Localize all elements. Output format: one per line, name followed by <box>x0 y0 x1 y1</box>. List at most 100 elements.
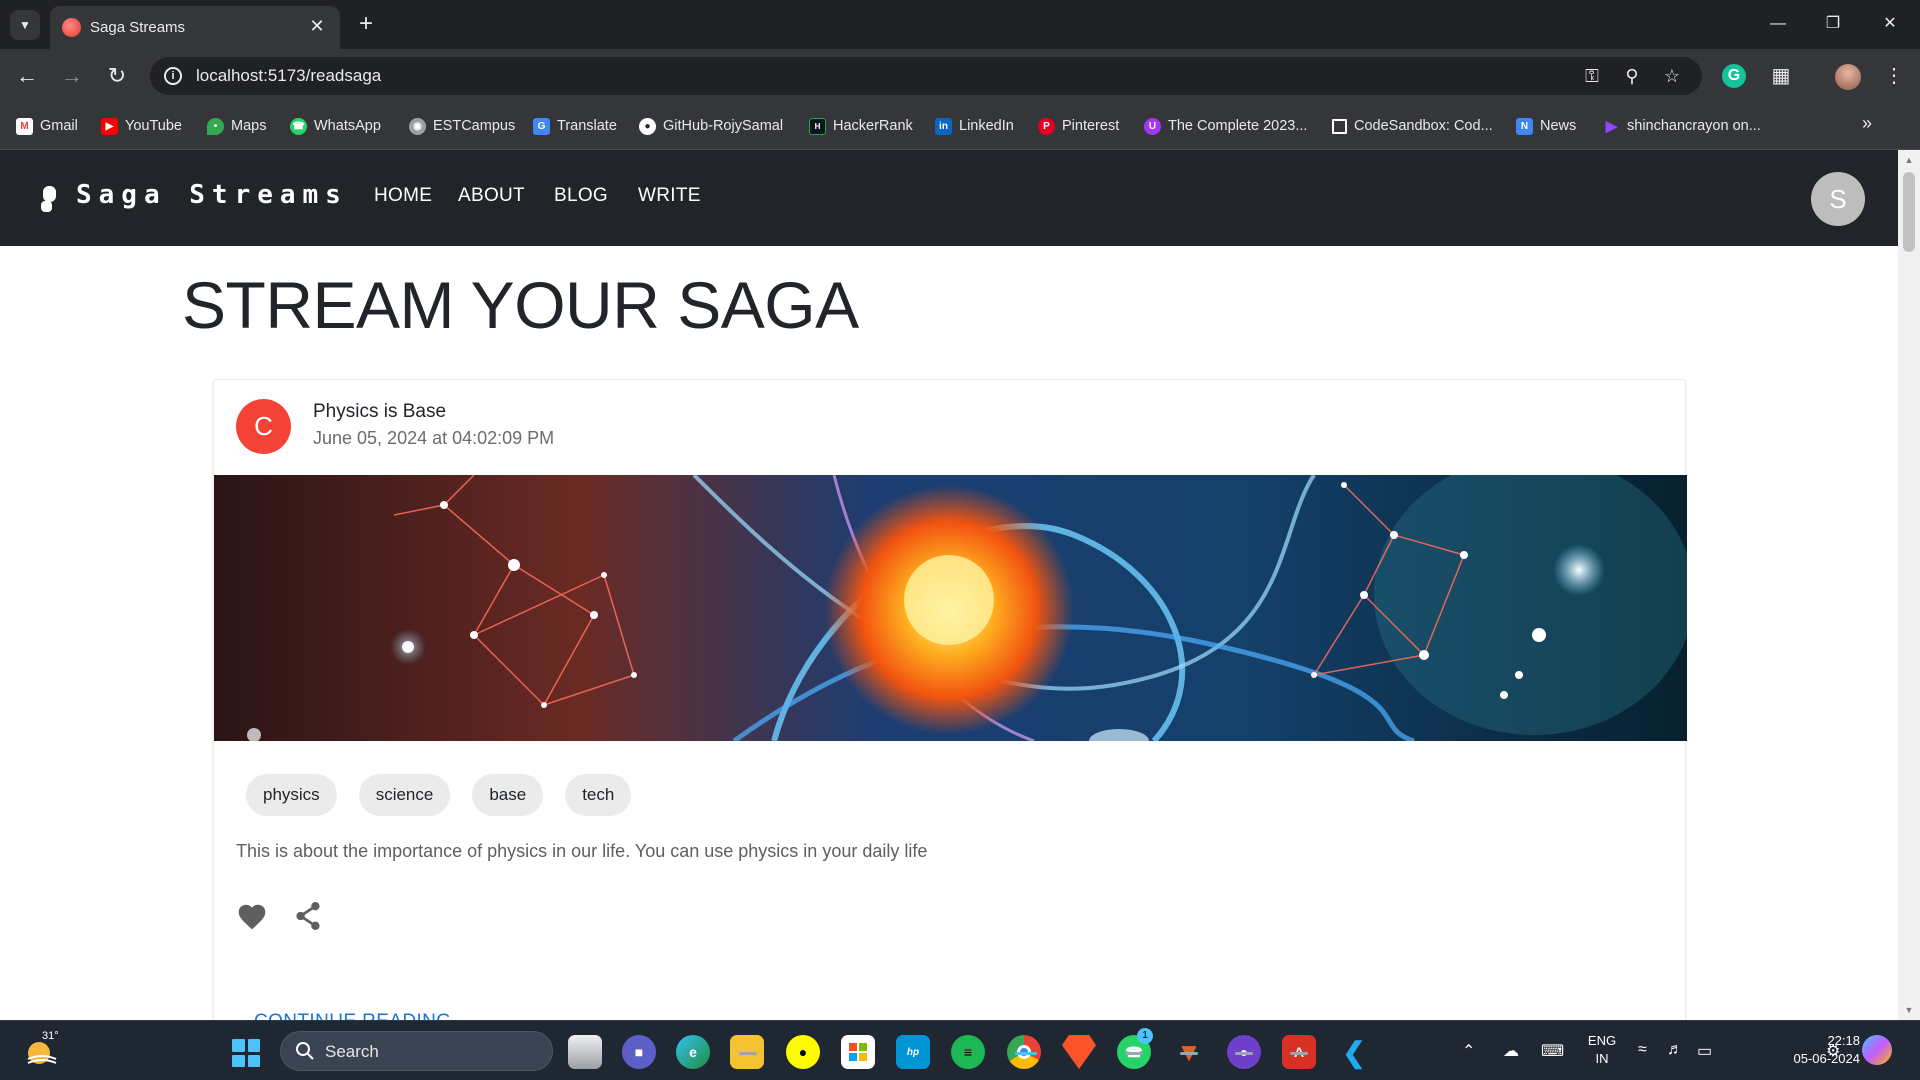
teams-chat-icon[interactable]: ■ <box>622 1035 656 1069</box>
scroll-down-icon[interactable]: ▼ <box>1898 1002 1920 1018</box>
taskbar-search[interactable]: Search <box>280 1031 553 1071</box>
language-indicator[interactable]: ENG IN <box>1583 1032 1621 1068</box>
wifi-icon[interactable]: ≈ <box>1638 1041 1647 1059</box>
start-button[interactable] <box>232 1039 260 1067</box>
start-tile-icon <box>247 1054 260 1067</box>
github-running-indicator <box>1235 1052 1253 1055</box>
continue-reading-link[interactable]: CONTINUE READING... <box>254 1011 469 1020</box>
reload-button[interactable]: ↻ <box>102 61 132 91</box>
page-scrollbar[interactable]: ▲ ▼ <box>1898 150 1920 1020</box>
tab-close-icon[interactable]: ✕ <box>306 15 328 37</box>
nav-write[interactable]: WRITE <box>638 185 701 207</box>
active-tab[interactable]: Saga Streams ✕ <box>50 6 340 49</box>
microsoft-store-icon[interactable] <box>841 1035 875 1069</box>
whatsapp-running-indicator <box>1125 1052 1143 1055</box>
scroll-up-icon[interactable]: ▲ <box>1898 152 1920 168</box>
close-window-button[interactable]: ✕ <box>1875 10 1905 38</box>
keyboard-icon[interactable]: ⌨ <box>1541 1041 1564 1061</box>
post-cover-image <box>214 475 1687 741</box>
task-view-icon[interactable] <box>568 1035 602 1069</box>
chrome-active-indicator <box>1015 1052 1037 1055</box>
tag-chip[interactable]: base <box>472 774 544 816</box>
bookmark-complete-2023[interactable]: U The Complete 2023... <box>1144 115 1307 137</box>
news-icon: N <box>1516 117 1533 135</box>
tag-chip[interactable]: physics <box>246 774 337 816</box>
page-title: STREAM YOUR SAGA <box>182 268 859 342</box>
copilot-icon[interactable] <box>1862 1035 1892 1065</box>
extensions-puzzle-icon[interactable]: ▦ <box>1767 62 1795 90</box>
bookmark-label: CodeSandbox: Cod... <box>1354 118 1493 134</box>
bookmark-gmail[interactable]: M Gmail <box>16 115 78 137</box>
bookmark-shinchancrayon[interactable]: ▶ shinchancrayon on... <box>1603 115 1761 137</box>
grammarly-extension-icon[interactable]: G <box>1722 64 1746 88</box>
spotify-icon[interactable]: ≡ <box>951 1035 985 1069</box>
site-info-icon[interactable]: i <box>164 67 182 85</box>
tab-strip: ▼ Saga Streams ✕ + — ❐ ✕ <box>0 0 1920 49</box>
forward-button[interactable]: → <box>57 61 87 91</box>
onedrive-icon[interactable]: ☁ <box>1503 1041 1519 1061</box>
bookmark-hackerrank[interactable]: H HackerRank <box>809 115 913 137</box>
pinterest-icon: P <box>1038 117 1055 135</box>
tab-search-button[interactable]: ▼ <box>10 10 40 40</box>
myhp-icon[interactable]: hp <box>896 1035 930 1069</box>
maps-icon: • <box>207 117 224 135</box>
weather-temperature: 31° <box>42 1030 59 1042</box>
bookmark-label: Pinterest <box>1062 118 1120 134</box>
show-hidden-icons[interactable]: ⌃ <box>1462 1041 1475 1061</box>
bookmark-github[interactable]: ● GitHub-RojySamal <box>639 115 783 137</box>
bookmark-label: GitHub-RojySamal <box>663 118 784 134</box>
bookmark-linkedin[interactable]: in LinkedIn <box>935 115 1014 137</box>
nav-blog[interactable]: BLOG <box>554 185 608 207</box>
back-button[interactable]: ← <box>12 61 42 91</box>
user-avatar[interactable]: S <box>1811 172 1865 226</box>
volume-icon[interactable]: ♬ <box>1667 1041 1683 1059</box>
tag-list: physics science base tech <box>246 774 632 816</box>
bookmark-label: Gmail <box>40 118 78 134</box>
brave-icon[interactable] <box>1062 1035 1096 1069</box>
scroll-thumb[interactable] <box>1903 172 1915 252</box>
bookmark-estcampus[interactable]: ◉ ESTCampus <box>409 115 515 137</box>
address-bar[interactable]: i localhost:5173/readsaga ⚿ ⚲ ☆ <box>150 57 1702 95</box>
start-tile-icon <box>232 1039 245 1052</box>
bookmark-youtube[interactable]: ▶ YouTube <box>101 115 182 137</box>
tab-title: Saga Streams <box>90 19 186 36</box>
snapchat-icon[interactable]: ● <box>786 1035 820 1069</box>
battery-icon[interactable]: ▭ <box>1697 1041 1712 1061</box>
new-tab-button[interactable]: + <box>352 10 380 38</box>
bookmark-label: WhatsApp <box>314 118 381 134</box>
profile-avatar[interactable] <box>1835 64 1861 90</box>
nav-about[interactable]: ABOUT <box>458 185 525 207</box>
linkedin-icon: in <box>935 117 952 135</box>
more-bookmarks-icon[interactable]: » <box>1862 113 1872 134</box>
edge-icon[interactable]: e <box>676 1035 710 1069</box>
system-clock[interactable]: 22:18 05-06-2024 <box>1790 1032 1861 1068</box>
browser-menu-icon[interactable]: ⋮ <box>1880 62 1908 90</box>
globe-icon: ◉ <box>409 117 426 135</box>
translate-icon: G <box>533 117 550 135</box>
logo-icon[interactable] <box>40 184 58 214</box>
bookmark-label: ESTCampus <box>433 118 516 134</box>
youtube-icon: ▶ <box>101 117 118 135</box>
region-code: IN <box>1595 1051 1609 1066</box>
bookmark-news[interactable]: N News <box>1516 115 1576 137</box>
restore-button[interactable]: ❐ <box>1818 10 1848 38</box>
site-logo-text[interactable]: Saga Streams <box>76 180 348 210</box>
zoom-icon[interactable]: ⚲ <box>1620 65 1644 87</box>
minimize-button[interactable]: — <box>1763 10 1793 38</box>
bookmark-maps[interactable]: • Maps <box>207 115 266 137</box>
bookmark-star-icon[interactable]: ☆ <box>1660 65 1684 87</box>
bookmark-codesandbox[interactable]: CodeSandbox: Cod... <box>1332 115 1493 137</box>
vscode-icon[interactable]: ❮ <box>1337 1035 1371 1069</box>
browser-toolbar: ← → ↻ i localhost:5173/readsaga ⚿ ⚲ ☆ G … <box>0 49 1920 101</box>
bookmark-whatsapp[interactable]: ☎ WhatsApp <box>290 115 381 137</box>
share-icon[interactable] <box>293 900 323 932</box>
bookmark-translate[interactable]: G Translate <box>533 115 617 137</box>
nav-home[interactable]: HOME <box>374 185 432 207</box>
bookmark-pinterest[interactable]: P Pinterest <box>1038 115 1119 137</box>
password-key-icon[interactable]: ⚿ <box>1580 65 1604 87</box>
url-text[interactable]: localhost:5173/readsaga <box>196 66 381 86</box>
settings-gear-icon[interactable]: ⚙ <box>1826 1041 1840 1061</box>
tag-chip[interactable]: science <box>358 774 451 816</box>
tag-chip[interactable]: tech <box>565 774 632 816</box>
heart-icon[interactable] <box>236 901 268 931</box>
